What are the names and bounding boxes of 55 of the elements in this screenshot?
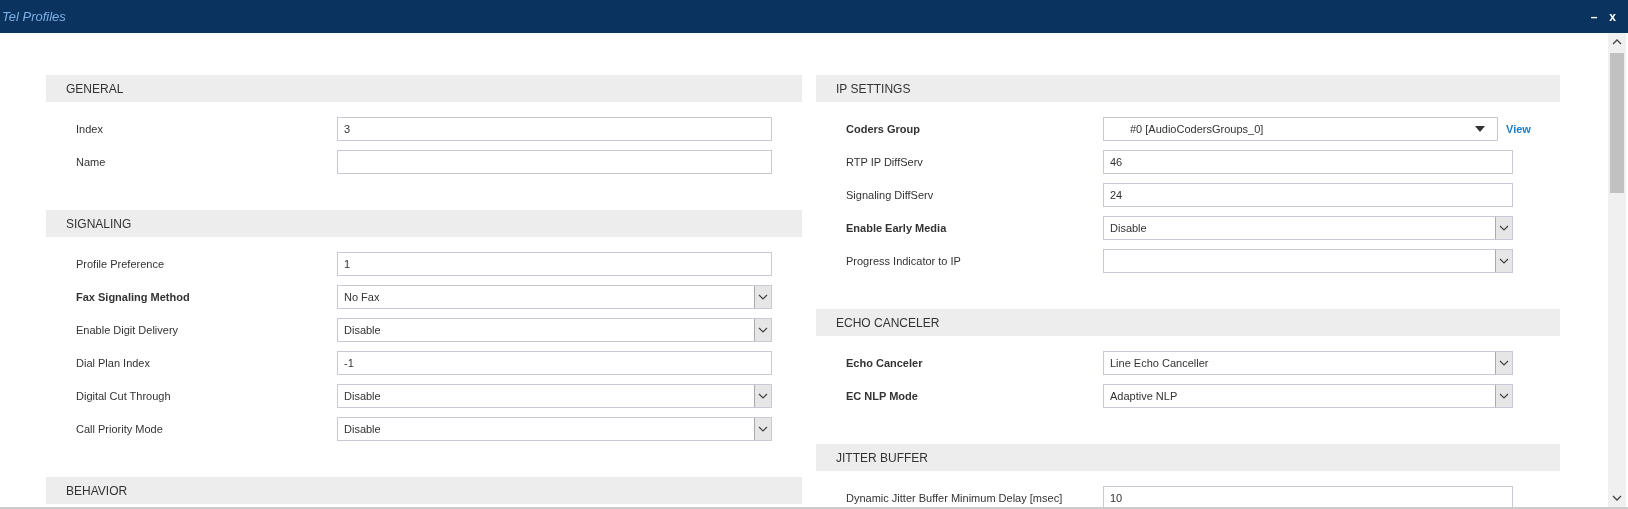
dropdown[interactable]: Line Echo Canceller — [1103, 351, 1513, 375]
caret-icon — [1475, 126, 1485, 132]
input-field[interactable]: 3 — [337, 117, 772, 141]
minimize-button[interactable]: – — [1588, 9, 1600, 24]
field-label: Fax Signaling Method — [75, 291, 191, 303]
close-button[interactable]: x — [1607, 9, 1618, 24]
field-label: Profile Preference — [75, 258, 166, 270]
input-field[interactable]: 1 — [337, 252, 772, 276]
caret-icon — [754, 385, 771, 407]
input-field[interactable]: 46 — [1103, 150, 1513, 174]
scroll-up-icon[interactable] — [1612, 39, 1622, 45]
scrollbar[interactable] — [1608, 33, 1626, 507]
field-label: Progress Indicator to IP — [845, 255, 962, 267]
caret-icon — [754, 319, 771, 341]
section-title: IP SETTINGS — [836, 81, 911, 96]
caret-icon — [1495, 250, 1512, 272]
dropdown[interactable]: Disable — [1103, 216, 1513, 240]
field-label: Dynamic Jitter Buffer Minimum Delay [msec] — [845, 492, 1064, 504]
window-title: Tel Profiles — [1, 9, 66, 24]
dropdown[interactable] — [1103, 249, 1513, 273]
caret-icon — [1495, 352, 1512, 374]
field-label: Signaling DiffServ — [845, 189, 935, 201]
scroll-down-icon[interactable] — [1612, 495, 1622, 501]
field-label: Index — [75, 123, 104, 135]
section-title: GENERAL — [66, 81, 124, 96]
field-label: EC NLP Mode — [845, 390, 919, 402]
caret-icon — [1495, 385, 1512, 407]
field-label: RTP IP DiffServ — [845, 156, 924, 168]
caret-icon — [754, 418, 771, 440]
dropdown[interactable]: No Fax — [337, 285, 772, 309]
section-title: JITTER BUFFER — [836, 450, 928, 465]
caret-icon — [1495, 217, 1512, 239]
input-field[interactable]: -1 — [337, 351, 772, 375]
dropdown[interactable]: Disable — [337, 384, 772, 408]
dropdown[interactable]: #0 [AudioCodersGroups_0] — [1103, 117, 1498, 141]
field-label: Name — [75, 156, 107, 168]
input-field[interactable]: 10 — [1103, 486, 1513, 507]
input-field[interactable]: 24 — [1103, 183, 1513, 207]
input-field[interactable] — [337, 150, 772, 174]
dropdown[interactable]: Disable — [337, 417, 772, 441]
field-label: Call Priority Mode — [75, 423, 164, 435]
caret-icon — [754, 286, 771, 308]
field-label: Enable Digit Delivery — [75, 324, 180, 336]
dropdown[interactable]: Disable — [337, 318, 772, 342]
field-label: Dial Plan Index — [75, 357, 151, 369]
section-title: SIGNALING — [66, 216, 132, 231]
field-label: Digital Cut Through — [75, 390, 172, 402]
scroll-thumb[interactable] — [1610, 53, 1624, 193]
section-title: ECHO CANCELER — [836, 315, 940, 330]
dropdown[interactable]: Adaptive NLP — [1103, 384, 1513, 408]
view-link[interactable]: View — [1506, 123, 1531, 135]
section-title: BEHAVIOR — [66, 483, 128, 498]
field-label: Coders Group — [845, 123, 921, 135]
field-label: Echo Canceler — [845, 357, 924, 369]
field-label: Enable Early Media — [845, 222, 948, 234]
